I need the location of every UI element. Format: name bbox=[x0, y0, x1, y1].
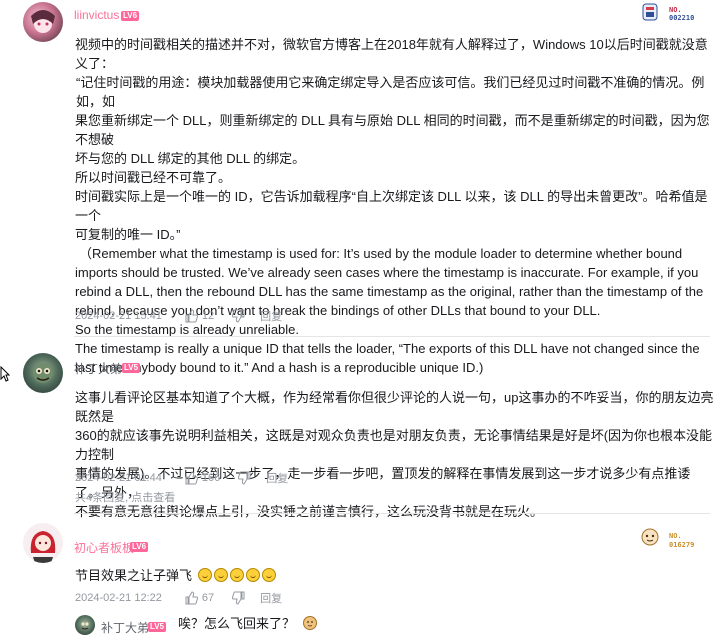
divider bbox=[74, 513, 710, 514]
comment-line: 果您重新绑定一个 DLL，则重新绑定的 DLL 具有与原始 DLL 相同的时间戳… bbox=[75, 113, 710, 147]
avatar-art-icon bbox=[31, 10, 55, 33]
comment-line: 坏与您的 DLL 绑定的其他 DLL 的绑定。 bbox=[75, 151, 306, 166]
laugh-emoji-icon bbox=[213, 568, 228, 582]
avatar[interactable] bbox=[23, 523, 63, 563]
reply-button[interactable]: 回复 bbox=[266, 470, 288, 486]
fan-badge-number: 002210 bbox=[669, 14, 695, 22]
like-button[interactable]: 67 bbox=[184, 591, 214, 605]
comment-date: 2024-02-21 12:22 bbox=[75, 592, 162, 604]
laugh-emoji-icon bbox=[229, 568, 244, 582]
emoji-row bbox=[197, 568, 278, 583]
avatar[interactable] bbox=[23, 2, 63, 42]
thumbs-down-icon bbox=[232, 591, 245, 605]
level-badge: LV6 bbox=[121, 11, 140, 21]
username[interactable]: 初心者板板 bbox=[74, 539, 134, 556]
laugh-emoji-icon bbox=[261, 568, 276, 582]
dislike-button[interactable] bbox=[232, 591, 246, 605]
comment-meta: 2024-02-21 15:41 12 回复 bbox=[75, 308, 282, 324]
reply-button[interactable]: 回复 bbox=[260, 590, 282, 606]
avatar-art-icon bbox=[30, 531, 56, 563]
avatar-art-icon bbox=[81, 622, 89, 630]
level-badge: LV5 bbox=[148, 622, 167, 632]
comment-line: （Remember what the timestamp is used for… bbox=[79, 246, 683, 261]
divider bbox=[74, 336, 710, 337]
username[interactable]: 补丁大弟 bbox=[74, 360, 122, 377]
like-button[interactable]: 12 bbox=[184, 309, 214, 323]
comment-meta: 2024-02-21 12:22 67 回复 bbox=[75, 590, 282, 606]
comment-text: 视频中的时间戳相关的描述并不对，微软官方博客上在2018年就有人解释过了，Win… bbox=[75, 35, 715, 377]
reply-button[interactable]: 回复 bbox=[260, 308, 282, 324]
username[interactable]: liinvictus bbox=[74, 8, 119, 22]
comment-line: last time anybody bound to it.” And a ha… bbox=[75, 360, 484, 375]
avatar[interactable] bbox=[23, 353, 63, 393]
reply-text-content: 唉？怎么飞回来了？ bbox=[178, 616, 296, 631]
comment-line: 可复制的唯一 ID。” bbox=[75, 227, 181, 242]
like-count: 166 bbox=[201, 472, 221, 484]
like-count: 67 bbox=[201, 592, 215, 604]
thumbs-down-icon bbox=[238, 471, 251, 485]
fan-badge-label: NO. bbox=[669, 6, 682, 14]
level-badge: LV5 bbox=[122, 363, 141, 373]
fan-badge: NO. 002210 bbox=[640, 2, 704, 24]
comment-line: 节目效果之让子弹飞 bbox=[75, 568, 193, 583]
doge-emoji-icon bbox=[302, 616, 317, 630]
avatar-art-icon bbox=[33, 363, 53, 383]
dislike-button[interactable] bbox=[232, 309, 246, 323]
laugh-emoji-icon bbox=[245, 568, 260, 582]
comment-line: 360的就应该事先说明利益相关，这既是对观众负责也是对朋友负责，无论事情结果是好… bbox=[75, 428, 713, 462]
avatar[interactable] bbox=[75, 615, 95, 635]
username[interactable]: 补丁大弟 bbox=[101, 619, 149, 636]
comment-line: 这事儿看评论区基本知道了个大概，作为经常看你但很少评论的人说一句，up这事办的不… bbox=[75, 390, 714, 424]
comment-line: imports should be trusted. We’ve already… bbox=[75, 265, 699, 280]
like-count: 12 bbox=[201, 310, 215, 322]
mouse-cursor-icon bbox=[0, 366, 10, 382]
comment-line: “记住时间戳的用途：模块加载器使用它来确定绑定导入是否应该可信。我们已经见过时间… bbox=[76, 75, 705, 109]
fan-badge: NO. 016279 bbox=[640, 526, 704, 550]
like-button[interactable]: 166 bbox=[184, 471, 220, 485]
fan-badge-label: NO. bbox=[669, 532, 682, 540]
thumbs-down-icon bbox=[232, 309, 245, 323]
view-replies-link[interactable]: 共4条回复, 点击查看 bbox=[75, 489, 175, 505]
thumbs-up-icon bbox=[185, 591, 198, 605]
fan-badge-icon bbox=[641, 528, 659, 546]
comment-line: rebind a DLL, then the rebound DLL has t… bbox=[75, 284, 704, 299]
dislike-button[interactable] bbox=[238, 471, 252, 485]
thumbs-up-icon bbox=[185, 309, 198, 323]
comment-date: 2024-02-21 01:44 bbox=[75, 472, 162, 484]
comment-line: 时间戳实际上是一个唯一的 ID，它告诉加载程序“自上次绑定该 DLL 以来，该 … bbox=[75, 189, 708, 223]
comment-meta: 2024-02-21 01:44 166 回复 bbox=[75, 470, 288, 486]
laugh-emoji-icon bbox=[197, 568, 212, 582]
fan-badge-number: 016279 bbox=[669, 541, 695, 549]
comment-date: 2024-02-21 15:41 bbox=[75, 310, 162, 322]
comment-line: 所以时间戳已经不可靠了。 bbox=[75, 170, 232, 185]
comment-line: 视频中的时间戳相关的描述并不对，微软官方博客上在2018年就有人解释过了，Win… bbox=[75, 37, 708, 71]
level-badge: LV6 bbox=[130, 542, 149, 552]
comment-line: The timestamp is really a unique ID that… bbox=[75, 341, 700, 356]
thumbs-up-icon bbox=[185, 471, 198, 485]
comment-text: 节目效果之让子弹飞 bbox=[75, 566, 278, 585]
reply-text: 唉？怎么飞回来了？ bbox=[178, 614, 317, 633]
fan-badge-icon bbox=[642, 3, 658, 21]
